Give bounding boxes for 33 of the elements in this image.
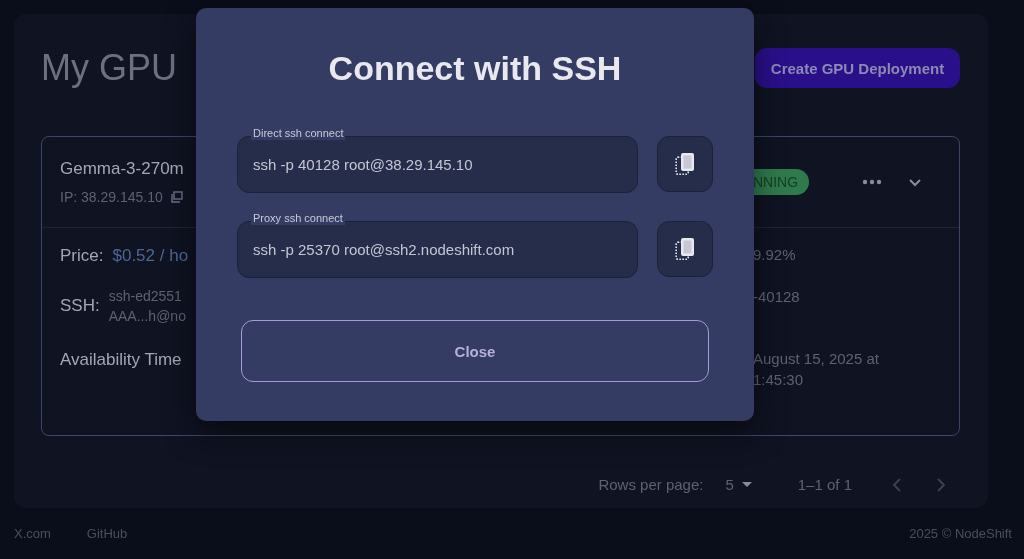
dialog-title: Connect with SSH xyxy=(327,49,623,88)
close-button[interactable]: Close xyxy=(241,320,709,382)
ssh-command-field[interactable]: ssh -p 40128 root@38.29.145.10 xyxy=(237,136,638,193)
footer-link[interactable]: GitHub xyxy=(86,526,128,541)
caret-icon xyxy=(741,482,752,487)
ip-address: IP: 38.29.145.10 xyxy=(60,189,163,205)
copy-button[interactable] xyxy=(657,136,713,192)
detail-value: ssh-ed2551 xyxy=(108,288,183,304)
copy-icon xyxy=(675,237,695,261)
footer-link[interactable]: X.com xyxy=(14,526,51,541)
detail-value: $0.52 / ho xyxy=(112,246,189,266)
copy-button[interactable] xyxy=(657,221,713,277)
copy-icon xyxy=(675,152,695,176)
rows-per-page-select[interactable]: 5 xyxy=(725,476,752,493)
field-label: Proxy ssh connect xyxy=(251,212,345,225)
more-icon[interactable] xyxy=(862,179,883,185)
detail-value: AAA...h@no xyxy=(108,308,186,324)
create-deployment-button[interactable]: Create GPU Deployment xyxy=(755,48,960,88)
detail-label: Price: xyxy=(60,246,104,266)
chevron-down-icon[interactable] xyxy=(908,177,923,187)
detail-label: Availability Time xyxy=(60,350,182,370)
field-label: Direct ssh connect xyxy=(251,127,346,140)
detail-value: 1:45:30 xyxy=(753,371,805,388)
page-title: My GPU xyxy=(41,47,177,89)
rows-per-page-label: Rows per page: xyxy=(598,476,704,493)
page-range: 1–1 of 1 xyxy=(797,476,852,493)
status-badge: NNING xyxy=(753,169,810,195)
detail-value: August 15, 2025 at xyxy=(753,350,880,367)
detail-value: 9.92% xyxy=(753,246,797,263)
detail-label: SSH: xyxy=(60,296,100,316)
copy-icon[interactable] xyxy=(170,191,183,203)
detail-value: -40128 xyxy=(753,288,801,305)
copyright-text: 2025 © NodeShift xyxy=(909,526,1012,541)
